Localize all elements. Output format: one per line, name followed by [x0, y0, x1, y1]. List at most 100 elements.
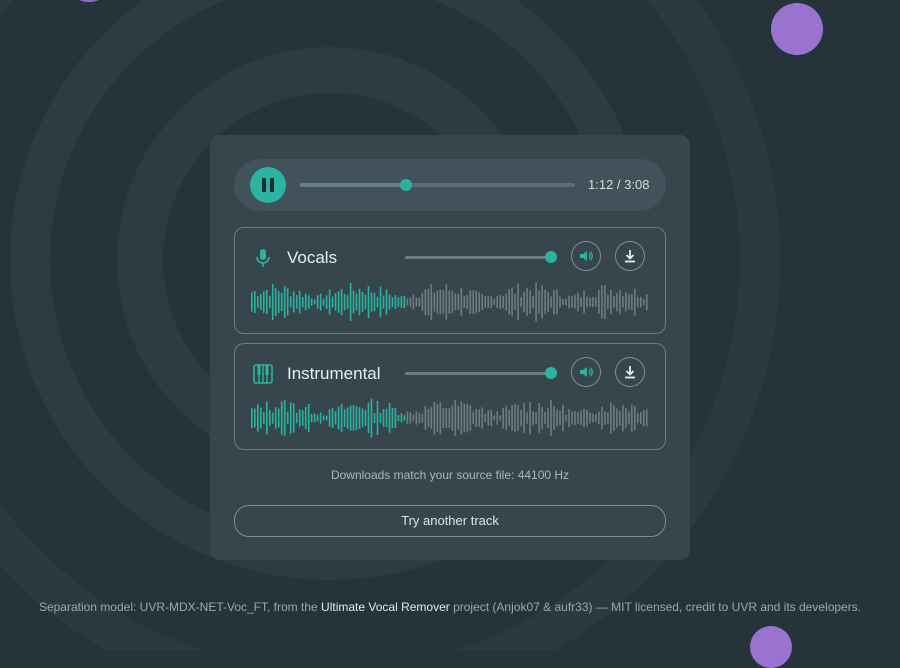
- waveform-bar: [478, 292, 480, 312]
- waveform-bar: [364, 409, 367, 426]
- waveform-bar: [445, 284, 448, 320]
- waveform-bar: [313, 299, 316, 305]
- waveform-bar: [601, 285, 603, 319]
- waveform-bar: [355, 406, 358, 431]
- waveform-bar: [568, 408, 570, 428]
- mute-button[interactable]: [571, 357, 601, 387]
- waveform-bar: [508, 289, 510, 315]
- seek-track[interactable]: [300, 183, 575, 187]
- waveform-bar: [376, 400, 379, 436]
- waveform-bar: [619, 289, 621, 315]
- waveform-bar: [559, 296, 561, 308]
- waveform-bar: [604, 411, 606, 425]
- mute-button[interactable]: [571, 241, 601, 271]
- waveform-bar: [643, 298, 645, 306]
- waveform-bar: [586, 409, 588, 427]
- waveform-bar: [415, 297, 418, 307]
- waveform-bar: [269, 295, 271, 309]
- waveform-bar: [481, 407, 483, 429]
- waveform-bar: [421, 413, 424, 423]
- waveform-bar: [580, 297, 582, 307]
- decor-blob-top-right: [771, 3, 823, 55]
- waveform-bar: [439, 401, 442, 435]
- waveform-bar: [424, 406, 427, 430]
- uvr-link[interactable]: Ultimate Vocal Remover: [321, 600, 450, 614]
- waveform-bar: [373, 292, 376, 312]
- waveform-bar: [634, 288, 636, 316]
- waveform-bar: [457, 294, 460, 310]
- waveform-bar: [421, 293, 424, 311]
- waveform-bar: [361, 408, 364, 428]
- waveform-bar: [607, 412, 609, 424]
- waveform-bar: [529, 290, 531, 314]
- waveform-bar: [289, 402, 292, 434]
- volume-slider[interactable]: [405, 256, 551, 259]
- waveform-bar: [640, 412, 642, 424]
- waveform-bar: [427, 409, 430, 427]
- waveform-bar: [535, 282, 537, 322]
- waveform-bar: [613, 405, 615, 431]
- pause-button[interactable]: [250, 167, 286, 203]
- download-button[interactable]: [615, 357, 645, 387]
- waveform-bar: [541, 407, 543, 429]
- waveform-bar: [637, 412, 639, 424]
- waveform-bar: [514, 293, 516, 311]
- waveform-bar: [316, 295, 319, 309]
- waveform-bar: [571, 411, 573, 425]
- waveform-bar: [580, 410, 582, 426]
- waveform-bar: [304, 293, 307, 311]
- waveform-bar: [610, 289, 612, 315]
- download-button[interactable]: [615, 241, 645, 271]
- waveform-bar: [254, 408, 256, 428]
- waveform-bar: [538, 290, 540, 314]
- waveform-bar: [493, 415, 495, 421]
- volume-slider[interactable]: [405, 372, 551, 375]
- waveform-bar: [544, 411, 546, 425]
- waveform-bar: [472, 411, 474, 425]
- waveform[interactable]: [251, 398, 649, 438]
- seek-handle[interactable]: [399, 179, 412, 191]
- waveform-bar: [286, 411, 289, 425]
- waveform-bar: [260, 407, 262, 429]
- waveform-bar: [367, 402, 370, 434]
- waveform-bar: [385, 408, 388, 427]
- waveform-bar: [547, 291, 549, 313]
- volume-handle[interactable]: [545, 251, 557, 263]
- waveform-bar: [511, 405, 513, 431]
- try-another-track-button[interactable]: Try another track: [234, 505, 666, 537]
- waveform-bar: [457, 406, 460, 430]
- waveform[interactable]: [251, 282, 649, 322]
- waveform-bar: [394, 408, 397, 428]
- waveform-bar: [346, 407, 349, 429]
- waveform-bar: [460, 287, 463, 316]
- waveform-bar: [475, 408, 477, 428]
- waveform-bar: [562, 404, 564, 432]
- decor-blob-bottom-right: [750, 626, 792, 668]
- waveform-bar: [430, 407, 433, 429]
- waveform-bar: [352, 405, 355, 431]
- speaker-icon: [580, 251, 593, 261]
- waveform-bar: [448, 408, 451, 428]
- microphone-icon: [256, 249, 270, 267]
- download-icon: [625, 366, 635, 379]
- waveform-bar: [616, 408, 618, 428]
- waveform-bar: [646, 294, 648, 310]
- waveform-bar: [361, 292, 364, 312]
- waveform-bar: [280, 401, 283, 435]
- waveform-bar: [646, 409, 648, 427]
- waveform-bar: [325, 415, 328, 421]
- waveform-bar: [556, 409, 558, 427]
- waveform-bar: [343, 293, 346, 311]
- waveform-bar: [328, 289, 331, 315]
- waveform-bar: [520, 409, 522, 427]
- waveform-bar: [370, 398, 373, 438]
- waveform-bar: [307, 295, 310, 309]
- volume-handle[interactable]: [545, 367, 557, 379]
- waveform-bar: [433, 401, 436, 435]
- waveform-bar: [592, 413, 594, 423]
- waveform-bar: [571, 296, 573, 308]
- waveform-bar: [346, 294, 349, 310]
- waveform-bar: [403, 295, 406, 309]
- waveform-bar: [532, 411, 534, 425]
- waveform-bar: [286, 288, 289, 316]
